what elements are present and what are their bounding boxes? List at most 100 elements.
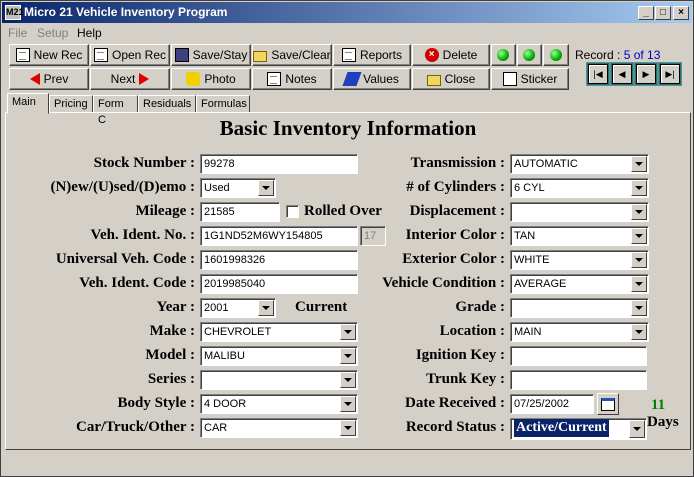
record-indicator: Record : 5 of 13 — [575, 48, 660, 62]
chevron-down-icon[interactable] — [631, 324, 647, 340]
date-received-field[interactable]: 07/25/2002 — [510, 394, 594, 414]
tab-residuals[interactable]: Residuals — [138, 95, 196, 113]
chevron-down-icon[interactable] — [631, 156, 647, 172]
location-label: Location : — [439, 323, 505, 339]
chevron-down-icon[interactable] — [340, 396, 356, 412]
location-select[interactable]: MAIN — [510, 322, 649, 342]
mileage-field[interactable]: 21585 — [200, 202, 280, 222]
transmission-select[interactable]: AUTOMATIC — [510, 154, 649, 174]
tab-form-c[interactable]: Form C — [93, 95, 138, 126]
app-window: M21 Micro 21 Vehicle Inventory Program _… — [0, 0, 694, 477]
trunk-key-field[interactable] — [510, 370, 647, 390]
chevron-down-icon[interactable] — [631, 204, 647, 220]
last-record-icon[interactable]: ▶| — [660, 64, 680, 84]
interior-color-select[interactable]: TAN — [510, 226, 649, 246]
menu-setup[interactable]: Setup — [37, 26, 68, 40]
model-label: Model : — [145, 347, 195, 363]
displacement-label: Displacement : — [409, 203, 505, 219]
chevron-down-icon[interactable] — [631, 300, 647, 316]
save-clear-label: Save/Clear — [271, 48, 331, 62]
car-truck-select[interactable]: CAR — [200, 418, 358, 438]
year-current-label: Current — [295, 299, 348, 315]
ignition-key-field[interactable] — [510, 346, 647, 366]
arrow-right-icon — [139, 73, 150, 85]
reports-label: Reports — [359, 48, 403, 62]
chevron-down-icon[interactable] — [340, 372, 356, 388]
next-label: Next — [110, 72, 136, 86]
interior-color-value: TAN — [514, 230, 536, 242]
stock-number-field[interactable]: 99278 — [200, 154, 358, 174]
first-record-icon[interactable]: |◀ — [588, 64, 608, 84]
car-truck-value: CAR — [204, 422, 228, 434]
status-light-3-button[interactable] — [543, 44, 569, 66]
save-clear-icon — [253, 50, 268, 62]
cylinders-select[interactable]: 6 CYL — [510, 178, 649, 198]
status-light-1-button[interactable] — [491, 44, 516, 66]
body-style-value: 4 DOOR — [204, 398, 247, 410]
chevron-down-icon[interactable] — [258, 300, 274, 316]
next-record-icon[interactable]: ▶ — [636, 64, 656, 84]
series-select[interactable] — [200, 370, 358, 390]
chevron-down-icon[interactable] — [340, 420, 356, 436]
close-label: Close — [444, 72, 476, 86]
photo-button[interactable]: Photo — [171, 68, 251, 90]
chevron-down-icon[interactable] — [258, 180, 274, 196]
car-truck-label: Car/Truck/Other : — [75, 419, 195, 435]
ignition-key-label: Ignition Key : — [415, 347, 505, 363]
chevron-down-icon[interactable] — [631, 252, 647, 268]
tab-main[interactable]: Main — [7, 93, 49, 114]
exterior-color-label: Exterior Color : — [402, 251, 505, 267]
save-stay-button[interactable]: Save/Stay — [171, 44, 251, 66]
chevron-down-icon[interactable] — [340, 348, 356, 364]
new-document-icon — [15, 48, 30, 62]
photo-person-icon — [186, 72, 201, 86]
printer-icon — [502, 72, 517, 86]
minimize-button[interactable]: _ — [638, 6, 654, 20]
year-select[interactable]: 2001 — [200, 298, 276, 318]
open-rec-button[interactable]: Open Rec — [90, 44, 170, 66]
body-style-select[interactable]: 4 DOOR — [200, 394, 358, 414]
next-button[interactable]: Next — [90, 68, 170, 90]
prev-record-icon[interactable]: ◀ — [612, 64, 632, 84]
record-status-select[interactable]: Active/Current — [510, 418, 647, 440]
save-clear-button[interactable]: Save/Clear — [252, 44, 332, 66]
notes-button[interactable]: Notes — [252, 68, 332, 90]
new-used-demo-select[interactable]: Used — [200, 178, 276, 198]
menu-file[interactable]: File — [8, 26, 27, 40]
vehicle-condition-select[interactable]: AVERAGE — [510, 274, 649, 294]
vin-field[interactable]: 1G1ND52M6WY154805 — [200, 226, 358, 246]
status-light-2-button[interactable] — [517, 44, 542, 66]
series-label: Series : — [147, 371, 195, 387]
prev-button[interactable]: Prev — [9, 68, 89, 90]
delete-button[interactable]: × Delete — [412, 44, 490, 66]
chevron-down-icon[interactable] — [629, 420, 645, 438]
close-window-button[interactable]: × — [673, 6, 689, 20]
chevron-down-icon[interactable] — [340, 324, 356, 340]
vehicle-condition-label: Vehicle Condition : — [382, 275, 505, 291]
exterior-color-select[interactable]: WHITE — [510, 250, 649, 270]
chevron-down-icon[interactable] — [631, 228, 647, 244]
reports-button[interactable]: Reports — [333, 44, 411, 66]
values-button[interactable]: Values — [333, 68, 411, 90]
menu-help[interactable]: Help — [77, 26, 102, 40]
tab-formulas[interactable]: Formulas — [196, 95, 250, 113]
ident-code-field[interactable]: 2019985040 — [200, 274, 358, 294]
date-received-label: Date Received : — [405, 395, 505, 411]
tab-pricing[interactable]: Pricing — [49, 95, 93, 113]
calendar-button[interactable] — [597, 393, 619, 415]
arrow-left-icon — [29, 73, 40, 85]
maximize-button[interactable]: □ — [655, 6, 671, 20]
chevron-down-icon[interactable] — [631, 276, 647, 292]
sticker-button[interactable]: Sticker — [491, 68, 569, 90]
chevron-down-icon[interactable] — [631, 180, 647, 196]
grade-select[interactable] — [510, 298, 649, 318]
displacement-select[interactable] — [510, 202, 649, 222]
universal-code-field[interactable]: 1601998326 — [200, 250, 358, 270]
model-select[interactable]: MALIBU — [200, 346, 358, 366]
rolled-over-checkbox[interactable] — [286, 205, 299, 218]
sticker-label: Sticker — [520, 72, 558, 86]
make-select[interactable]: CHEVROLET — [200, 322, 358, 342]
new-rec-button[interactable]: New Rec — [9, 44, 89, 66]
close-button[interactable]: Close — [412, 68, 490, 90]
notes-label: Notes — [285, 72, 317, 86]
